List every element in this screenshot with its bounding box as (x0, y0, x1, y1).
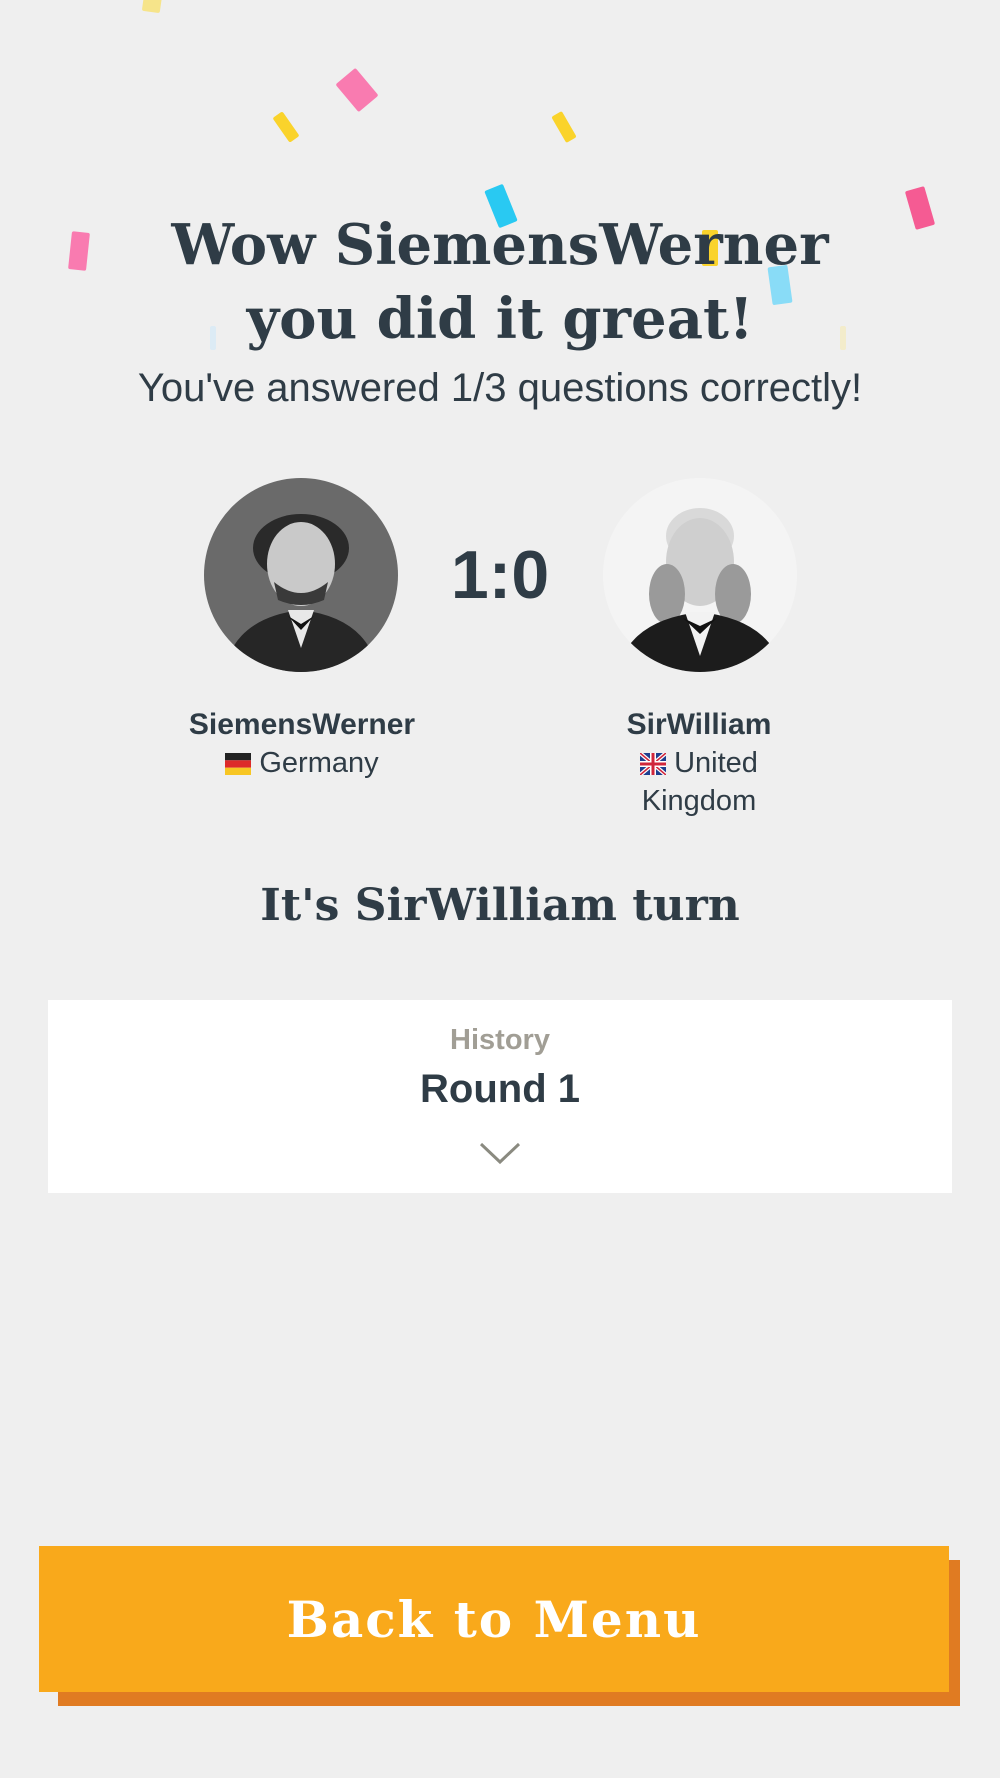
confetti-piece (335, 67, 379, 113)
confetti-piece (272, 111, 300, 143)
history-card[interactable]: History Round 1 (48, 1000, 952, 1193)
player2-country-line1: United (674, 747, 758, 779)
round-label: Round 1 (420, 1067, 580, 1111)
player2-country: United Kingdom (559, 744, 839, 820)
player1-country: Germany (162, 744, 442, 782)
confetti-piece (141, 0, 163, 14)
result-headline: Wow SiemensWerner you did it great! (0, 208, 1000, 356)
player1-info: SiemensWerner Germany (162, 706, 442, 782)
answer-summary: You've answered 1/3 questions correctly! (137, 366, 863, 410)
chevron-down-icon[interactable] (478, 1140, 522, 1166)
germany-flag-icon (225, 753, 252, 775)
player2-name: SirWilliam (626, 708, 772, 741)
player2-country-line2: Kingdom (641, 785, 757, 817)
headline-line-2: you did it great! (246, 286, 754, 352)
match-score: 1:0 (450, 537, 550, 613)
uk-flag-icon (640, 753, 667, 775)
player1-country-name: Germany (259, 747, 379, 779)
confetti-piece (551, 111, 577, 143)
history-category: History (450, 1024, 550, 1056)
player2-avatar (603, 478, 797, 672)
player1-name: SiemensWerner (188, 708, 416, 741)
player2-info: SirWilliam United Kingdom (559, 706, 839, 820)
turn-indicator: It's SirWilliam turn (260, 880, 740, 931)
headline-line-1: Wow SiemensWerner (171, 212, 829, 278)
back-to-menu-button[interactable]: Back to Menu (39, 1546, 949, 1692)
